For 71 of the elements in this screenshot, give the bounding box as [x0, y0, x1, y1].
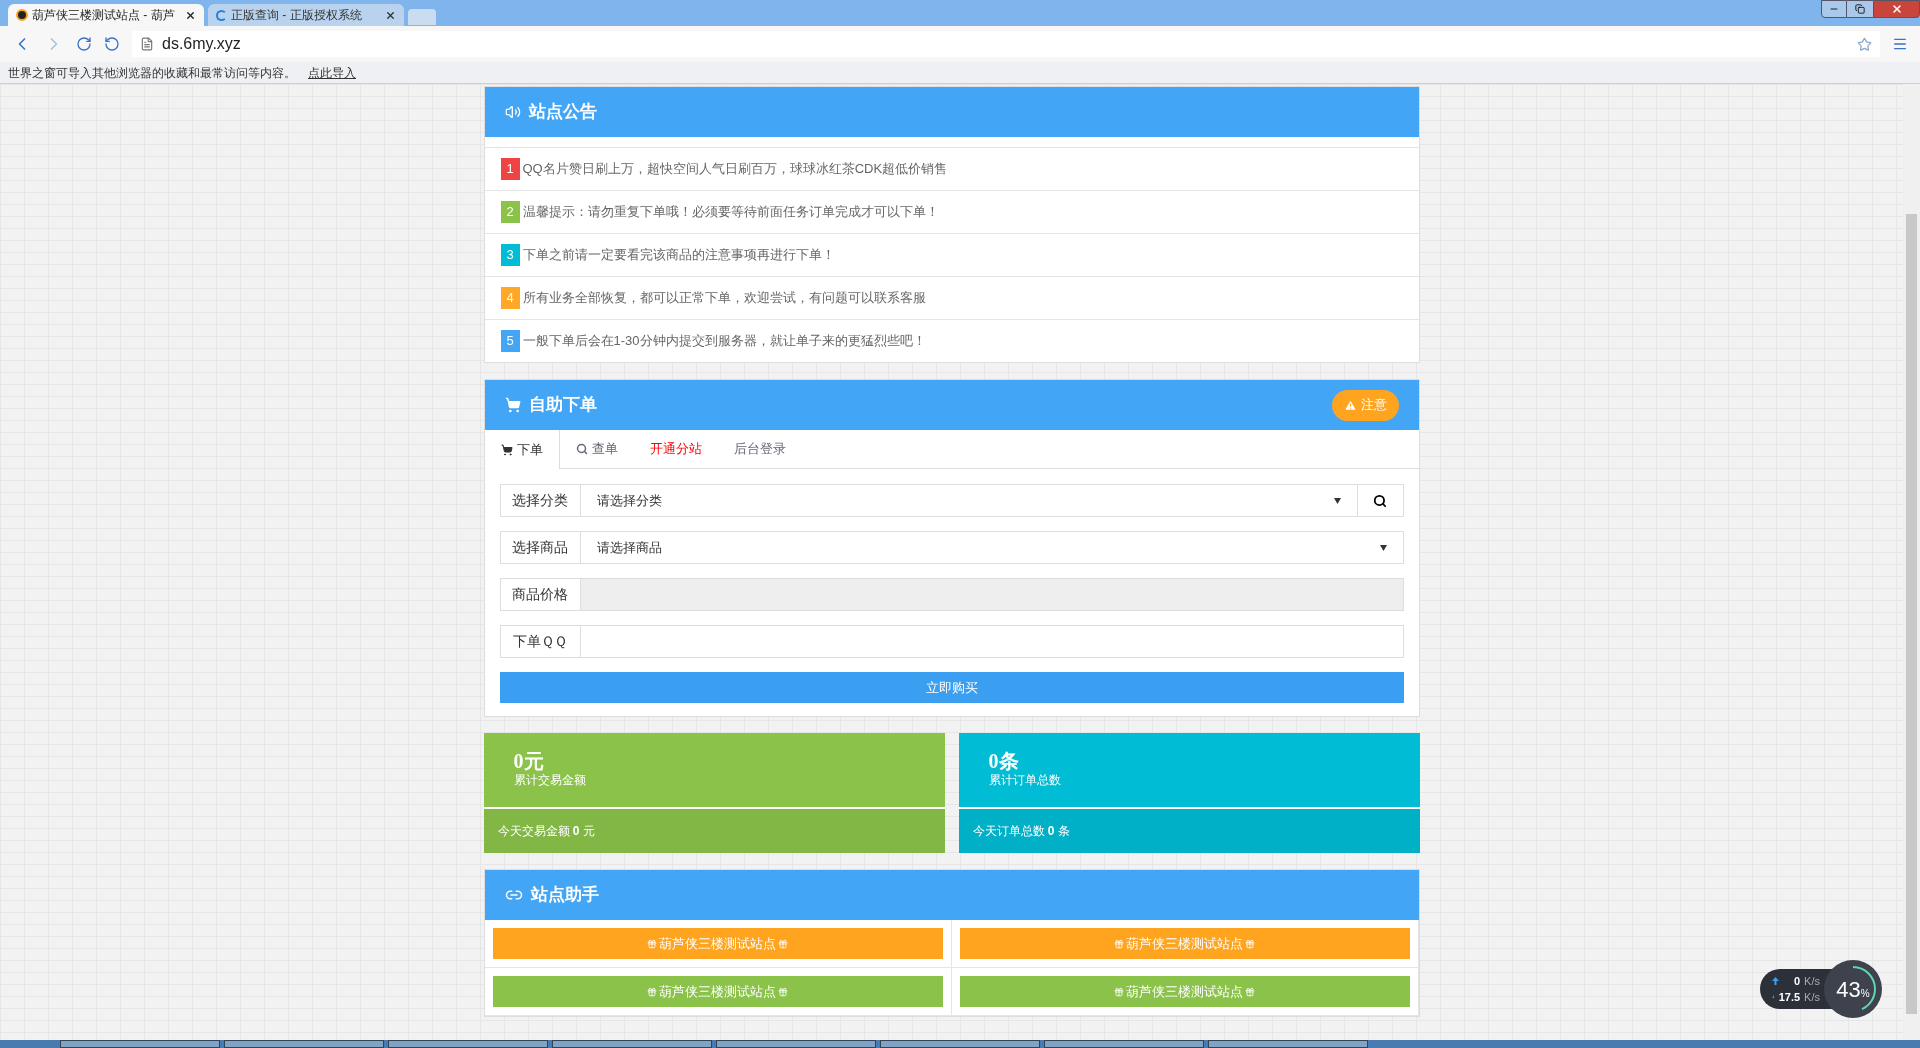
number-badge: 2: [500, 201, 520, 223]
taskbar-button[interactable]: [1208, 1040, 1368, 1048]
announcement-text: 温馨提示：请勿重复下单哦！必须要等待前面任务订单完成才可以下单！: [522, 203, 939, 222]
info-message: 世界之窗可导入其他浏览器的收藏和最常访问等内容。: [8, 64, 296, 82]
cart-icon: [500, 443, 513, 456]
download-speed: 17.5 K/s: [1772, 989, 1820, 1006]
loading-spinner-icon: [216, 9, 227, 21]
browser-tab[interactable]: 正版查询 - 正版授权系统: [208, 4, 404, 26]
stat-value: 0条: [988, 751, 1020, 771]
usage-gauge: [1824, 960, 1882, 1018]
close-icon[interactable]: [385, 9, 396, 21]
gift-icon: [778, 986, 788, 997]
usage-percent: 43%: [1836, 975, 1870, 1004]
browser-tab[interactable]: 葫芦侠三楼测试站点 - 葫芦: [8, 4, 204, 26]
gift-icon: [1114, 986, 1124, 997]
tab-title: 葫芦侠三楼测试站点 - 葫芦: [32, 7, 176, 24]
number-badge: 4: [500, 287, 520, 309]
upload-speed: 0 K/s: [1772, 972, 1820, 989]
announcement-text: 下单之前请一定要看完该商品的注意事项再进行下单！: [522, 246, 835, 265]
cart-icon: [504, 397, 521, 413]
taskbar-button[interactable]: [716, 1040, 876, 1048]
import-link[interactable]: 点此导入: [308, 63, 356, 82]
close-icon: [1890, 3, 1903, 15]
order-tab[interactable]: 下单: [484, 430, 560, 469]
minimize-button[interactable]: [1821, 0, 1847, 18]
taskbar-button[interactable]: [60, 1040, 220, 1048]
gift-icon: [647, 986, 657, 997]
order-tab[interactable]: 开通分站: [633, 430, 718, 468]
tab-title: 正版查询 - 正版授权系统: [231, 7, 363, 24]
stat-footer-text: 今天交易金额 0 元: [497, 823, 595, 840]
search-icon: [575, 443, 588, 455]
taskbar-button[interactable]: [552, 1040, 712, 1048]
gift-icon: [1245, 938, 1255, 949]
upload-arrow-icon: [1772, 976, 1779, 985]
close-window-button[interactable]: [1873, 0, 1920, 18]
url-text: ds.6my.xyz: [162, 34, 242, 54]
order-tab[interactable]: 后台登录: [717, 430, 802, 468]
stat-label: 累计订单总数: [988, 772, 1062, 789]
panel-title: 自助下单: [528, 394, 597, 417]
scrollbar-thumb[interactable]: [1906, 214, 1917, 1014]
announcement-text: 一般下单后会在1-30分钟内提交到服务器，就让单子来的更猛烈些吧！: [522, 332, 926, 351]
gift-icon: [1245, 986, 1255, 997]
refresh-icon[interactable]: [76, 36, 92, 52]
restore-icon: [1855, 4, 1865, 14]
stat-label: 累计交易金额: [513, 772, 587, 789]
stat-footer-text: 今天订单总数 0 条: [972, 823, 1070, 840]
number-badge: 3: [500, 244, 520, 266]
taskbar-button[interactable]: [224, 1040, 384, 1048]
restore-button[interactable]: [1847, 0, 1873, 18]
address-bar[interactable]: ds.6my.xyz: [132, 31, 1880, 57]
menu-icon[interactable]: [1892, 36, 1908, 52]
page-icon: [140, 37, 154, 51]
number-badge: 5: [500, 330, 520, 352]
taskbar-button[interactable]: [880, 1040, 1040, 1048]
warning-icon: [1343, 398, 1357, 412]
panel-title: 站点公告: [528, 101, 597, 124]
panel-title: 站点助手: [530, 884, 599, 907]
announcement-text: 所有业务全部恢复，都可以正常下单，欢迎尝试，有问题可以联系客服: [522, 289, 926, 308]
speaker-icon: [504, 104, 521, 120]
gift-icon: [778, 938, 788, 949]
announcement-text: QQ名片赞日刷上万，超快空间人气日刷百万，球球冰红茶CDK超低价销售: [522, 160, 948, 179]
close-icon[interactable]: [185, 9, 196, 21]
order-tab[interactable]: 查单: [559, 430, 634, 468]
number-badge: 1: [500, 158, 520, 180]
gift-icon: [647, 938, 657, 949]
stat-value: 0元: [513, 751, 545, 771]
gift-icon: [1114, 938, 1124, 949]
undo-icon[interactable]: [104, 36, 120, 52]
taskbar-button[interactable]: [1044, 1040, 1204, 1048]
taskbar-button[interactable]: [388, 1040, 548, 1048]
star-icon[interactable]: [1857, 36, 1872, 52]
